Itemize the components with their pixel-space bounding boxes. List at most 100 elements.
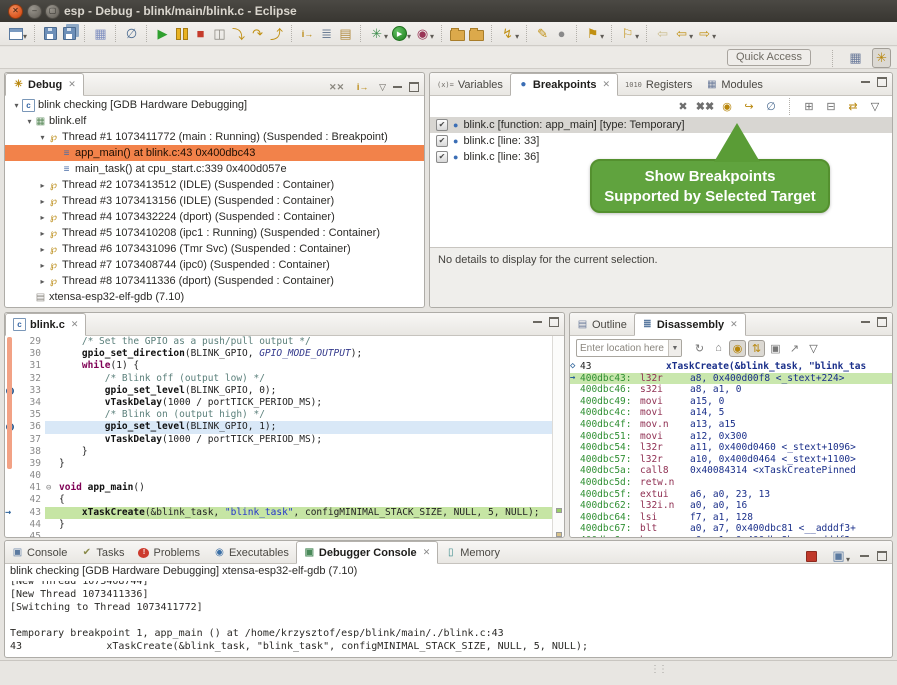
bookmark-nav-button-dropdown-icon[interactable]: ▾: [635, 32, 639, 41]
disassembly-row[interactable]: 400dbc6a:bnonea0, a1, 0x400dbc8b <__addd…: [570, 535, 892, 537]
external-tools-button-dropdown-icon[interactable]: ▾: [515, 32, 519, 41]
step-into-button[interactable]: ⤵: [229, 24, 248, 44]
debug-tree-row[interactable]: ▾▦blink.elf: [5, 113, 424, 129]
debug-tree-row[interactable]: ▸℘Thread #6 1073431096 (Tmr Svc) (Suspen…: [5, 241, 424, 257]
code-line[interactable]: 39}: [5, 458, 564, 470]
terminate-button[interactable]: ■: [191, 24, 210, 44]
disassembly-row[interactable]: 400dbc49:movia15, 0: [570, 396, 892, 408]
disassembly-row[interactable]: 400dbc5f:extuia6, a0, 23, 13: [570, 489, 892, 501]
display-selected-console-button-dropdown-icon[interactable]: ▾: [846, 555, 850, 564]
expand-arrow-icon[interactable]: ▸: [37, 261, 48, 270]
show-supported-breakpoints-button[interactable]: ◉: [718, 98, 736, 115]
run-button-dropdown-icon[interactable]: ▾: [407, 32, 411, 41]
disassembly-row[interactable]: 400dbc62:l32i.na0, a0, 16: [570, 500, 892, 512]
combo-dropdown-icon[interactable]: ▼: [668, 340, 681, 356]
code-line[interactable]: 36 gpio_set_level(BLINK_GPIO, 1);: [5, 421, 564, 433]
disassembly-row[interactable]: 400dbc46:s32ia8, a1, 0: [570, 384, 892, 396]
minimize-icon[interactable]: [860, 552, 869, 561]
breakpoint-checkbox[interactable]: ✔: [436, 151, 448, 163]
expand-arrow-icon[interactable]: ▸: [37, 277, 48, 286]
disassembly-row[interactable]: 400dbc54:l32ra11, 0x400d0460 <_stext+109…: [570, 442, 892, 454]
tab-tasks[interactable]: ✔Tasks: [74, 542, 131, 563]
minimize-icon[interactable]: [533, 318, 542, 327]
disassembly-row[interactable]: 400dbc57:l32ra10, 0x400d0464 <_stext+110…: [570, 454, 892, 466]
refresh-button[interactable]: ↻: [691, 340, 708, 357]
last-edit-ball-button[interactable]: ●: [552, 24, 571, 44]
instruction-stepping-button[interactable]: i→: [298, 24, 317, 44]
maximize-icon[interactable]: [549, 317, 559, 327]
save-all-button[interactable]: [60, 24, 79, 44]
code-line[interactable]: 30 gpio_set_direction(BLINK_GPIO, GPIO_M…: [5, 348, 564, 360]
sync-selection-toggle[interactable]: ⇅: [748, 340, 765, 357]
location-combo[interactable]: Enter location here ▼: [576, 339, 682, 357]
expand-arrow-icon[interactable]: ▾: [37, 133, 48, 142]
remove-all-terminated-icon[interactable]: ✕✕: [327, 77, 346, 97]
statusbar-drag-handle[interactable]: ⋮⋮: [650, 664, 666, 675]
debug-tree-row[interactable]: ▾℘Thread #1 1073411772 (main : Running) …: [5, 129, 424, 145]
resume-button[interactable]: ▶: [153, 24, 172, 44]
tab-registers[interactable]: 1010Registers: [618, 74, 699, 95]
drop-to-frame-button[interactable]: ▤: [336, 24, 355, 44]
remove-breakpoint-button[interactable]: ✖: [674, 98, 692, 115]
expand-arrow-icon[interactable]: ▸: [37, 245, 48, 254]
debug-tree-row[interactable]: ≡main_task() at cpu_start.c:339 0x400d05…: [5, 161, 424, 177]
console-output[interactable]: [New Thread 1073408744][New Thread 10734…: [5, 581, 892, 657]
open-perspective-button[interactable]: ▦: [846, 48, 865, 68]
collapse-all-button[interactable]: ⊟: [822, 98, 840, 115]
debug-tree-row[interactable]: ▸℘Thread #3 1073413156 (IDLE) (Suspended…: [5, 193, 424, 209]
code-editor[interactable]: 29 /* Set the GPIO as a push/pull output…: [5, 336, 564, 537]
tab-breakpoints[interactable]: ●Breakpoints✕: [510, 73, 618, 96]
code-line[interactable]: 31 while(1) {: [5, 360, 564, 372]
expand-arrow-icon[interactable]: ▸: [37, 181, 48, 190]
tab-memory[interactable]: ▯Memory: [438, 542, 507, 563]
tab-modules[interactable]: ▦Modules: [699, 74, 770, 95]
disconnect-button[interactable]: ◫: [210, 24, 229, 44]
disassembly-row[interactable]: 400dbc4c:movia14, 5: [570, 407, 892, 419]
tab-close-icon[interactable]: ✕: [730, 319, 738, 330]
breakpoint-checkbox[interactable]: ✔: [436, 135, 448, 147]
coverage-button-dropdown-icon[interactable]: ▾: [430, 32, 434, 41]
minimize-icon[interactable]: [861, 78, 870, 87]
open-debug-config-folder-button[interactable]: [448, 24, 467, 44]
maximize-icon[interactable]: [877, 551, 887, 561]
tab-debug[interactable]: ✳Debug✕: [5, 73, 84, 96]
disassembly-row[interactable]: 400dbc4f:mov.na13, a15: [570, 419, 892, 431]
breakpoint-row[interactable]: ✔●blink.c [function: app_main] [type: Te…: [430, 117, 892, 133]
save-button[interactable]: [41, 24, 60, 44]
debug-tree-row[interactable]: ▤xtensa-esp32-elf-gdb (7.10): [5, 289, 424, 305]
tab-disassembly[interactable]: ≣Disassembly✕: [634, 313, 746, 336]
minimize-icon[interactable]: [393, 83, 402, 92]
skip-all-breakpoints-button[interactable]: ∅: [122, 24, 141, 44]
code-line[interactable]: 44}: [5, 519, 564, 531]
code-line[interactable]: 33 gpio_set_level(BLINK_GPIO, 0);: [5, 385, 564, 397]
expand-arrow-icon[interactable]: ▸: [37, 213, 48, 222]
debug-tree-row[interactable]: ▸℘Thread #5 1073410208 (ipc1 : Running) …: [5, 225, 424, 241]
quick-access-box[interactable]: Quick Access: [727, 49, 811, 66]
tab-close-icon[interactable]: ✕: [602, 79, 610, 90]
debug-tree-row[interactable]: ▸℘Thread #4 1073432224 (dport) (Suspende…: [5, 209, 424, 225]
tab-close-icon[interactable]: ✕: [68, 79, 76, 90]
expand-arrow-icon[interactable]: ▸: [37, 229, 48, 238]
tab-outline[interactable]: ▤Outline: [570, 314, 634, 335]
debug-tree-row[interactable]: ▾cblink checking [GDB Hardware Debugging…: [5, 97, 424, 113]
window-maximize-button[interactable]: ▢: [45, 4, 60, 19]
tab-blink-c[interactable]: cblink.c✕: [5, 313, 86, 336]
copy-button[interactable]: ▣: [767, 340, 784, 357]
debug-tree-row[interactable]: ▸℘Thread #8 1073411336 (dport) (Suspende…: [5, 273, 424, 289]
debug-tree-row[interactable]: ≡app_main() at blink.c:43 0x400dbc43: [5, 145, 424, 161]
code-line[interactable]: 29 /* Set the GPIO as a push/pull output…: [5, 336, 564, 348]
code-line[interactable]: 43 xTaskCreate(&blink_task, "blink_task"…: [5, 507, 564, 519]
debug-tree-row[interactable]: ▸℘Thread #7 1073408744 (ipc0) (Suspended…: [5, 257, 424, 273]
open-run-config-folder-button[interactable]: [467, 24, 486, 44]
maximize-icon[interactable]: [877, 77, 887, 87]
remove-all-breakpoints-button[interactable]: ✖✖: [696, 98, 714, 115]
disassembly-row[interactable]: 400dbc64:lsif7, a1, 128: [570, 512, 892, 524]
disassembly-row[interactable]: 400dbc67:blta0, a7, 0x400dbc81 <__adddf3…: [570, 523, 892, 535]
code-line[interactable]: 42{: [5, 494, 564, 506]
suspend-button[interactable]: [172, 24, 191, 44]
code-line[interactable]: 45: [5, 531, 564, 538]
new-wizard-button-dropdown-icon[interactable]: ▾: [23, 32, 27, 41]
minimize-icon[interactable]: [861, 318, 870, 327]
window-minimize-button[interactable]: –: [27, 4, 42, 19]
show-full-paths-icon[interactable]: i→: [353, 77, 372, 97]
